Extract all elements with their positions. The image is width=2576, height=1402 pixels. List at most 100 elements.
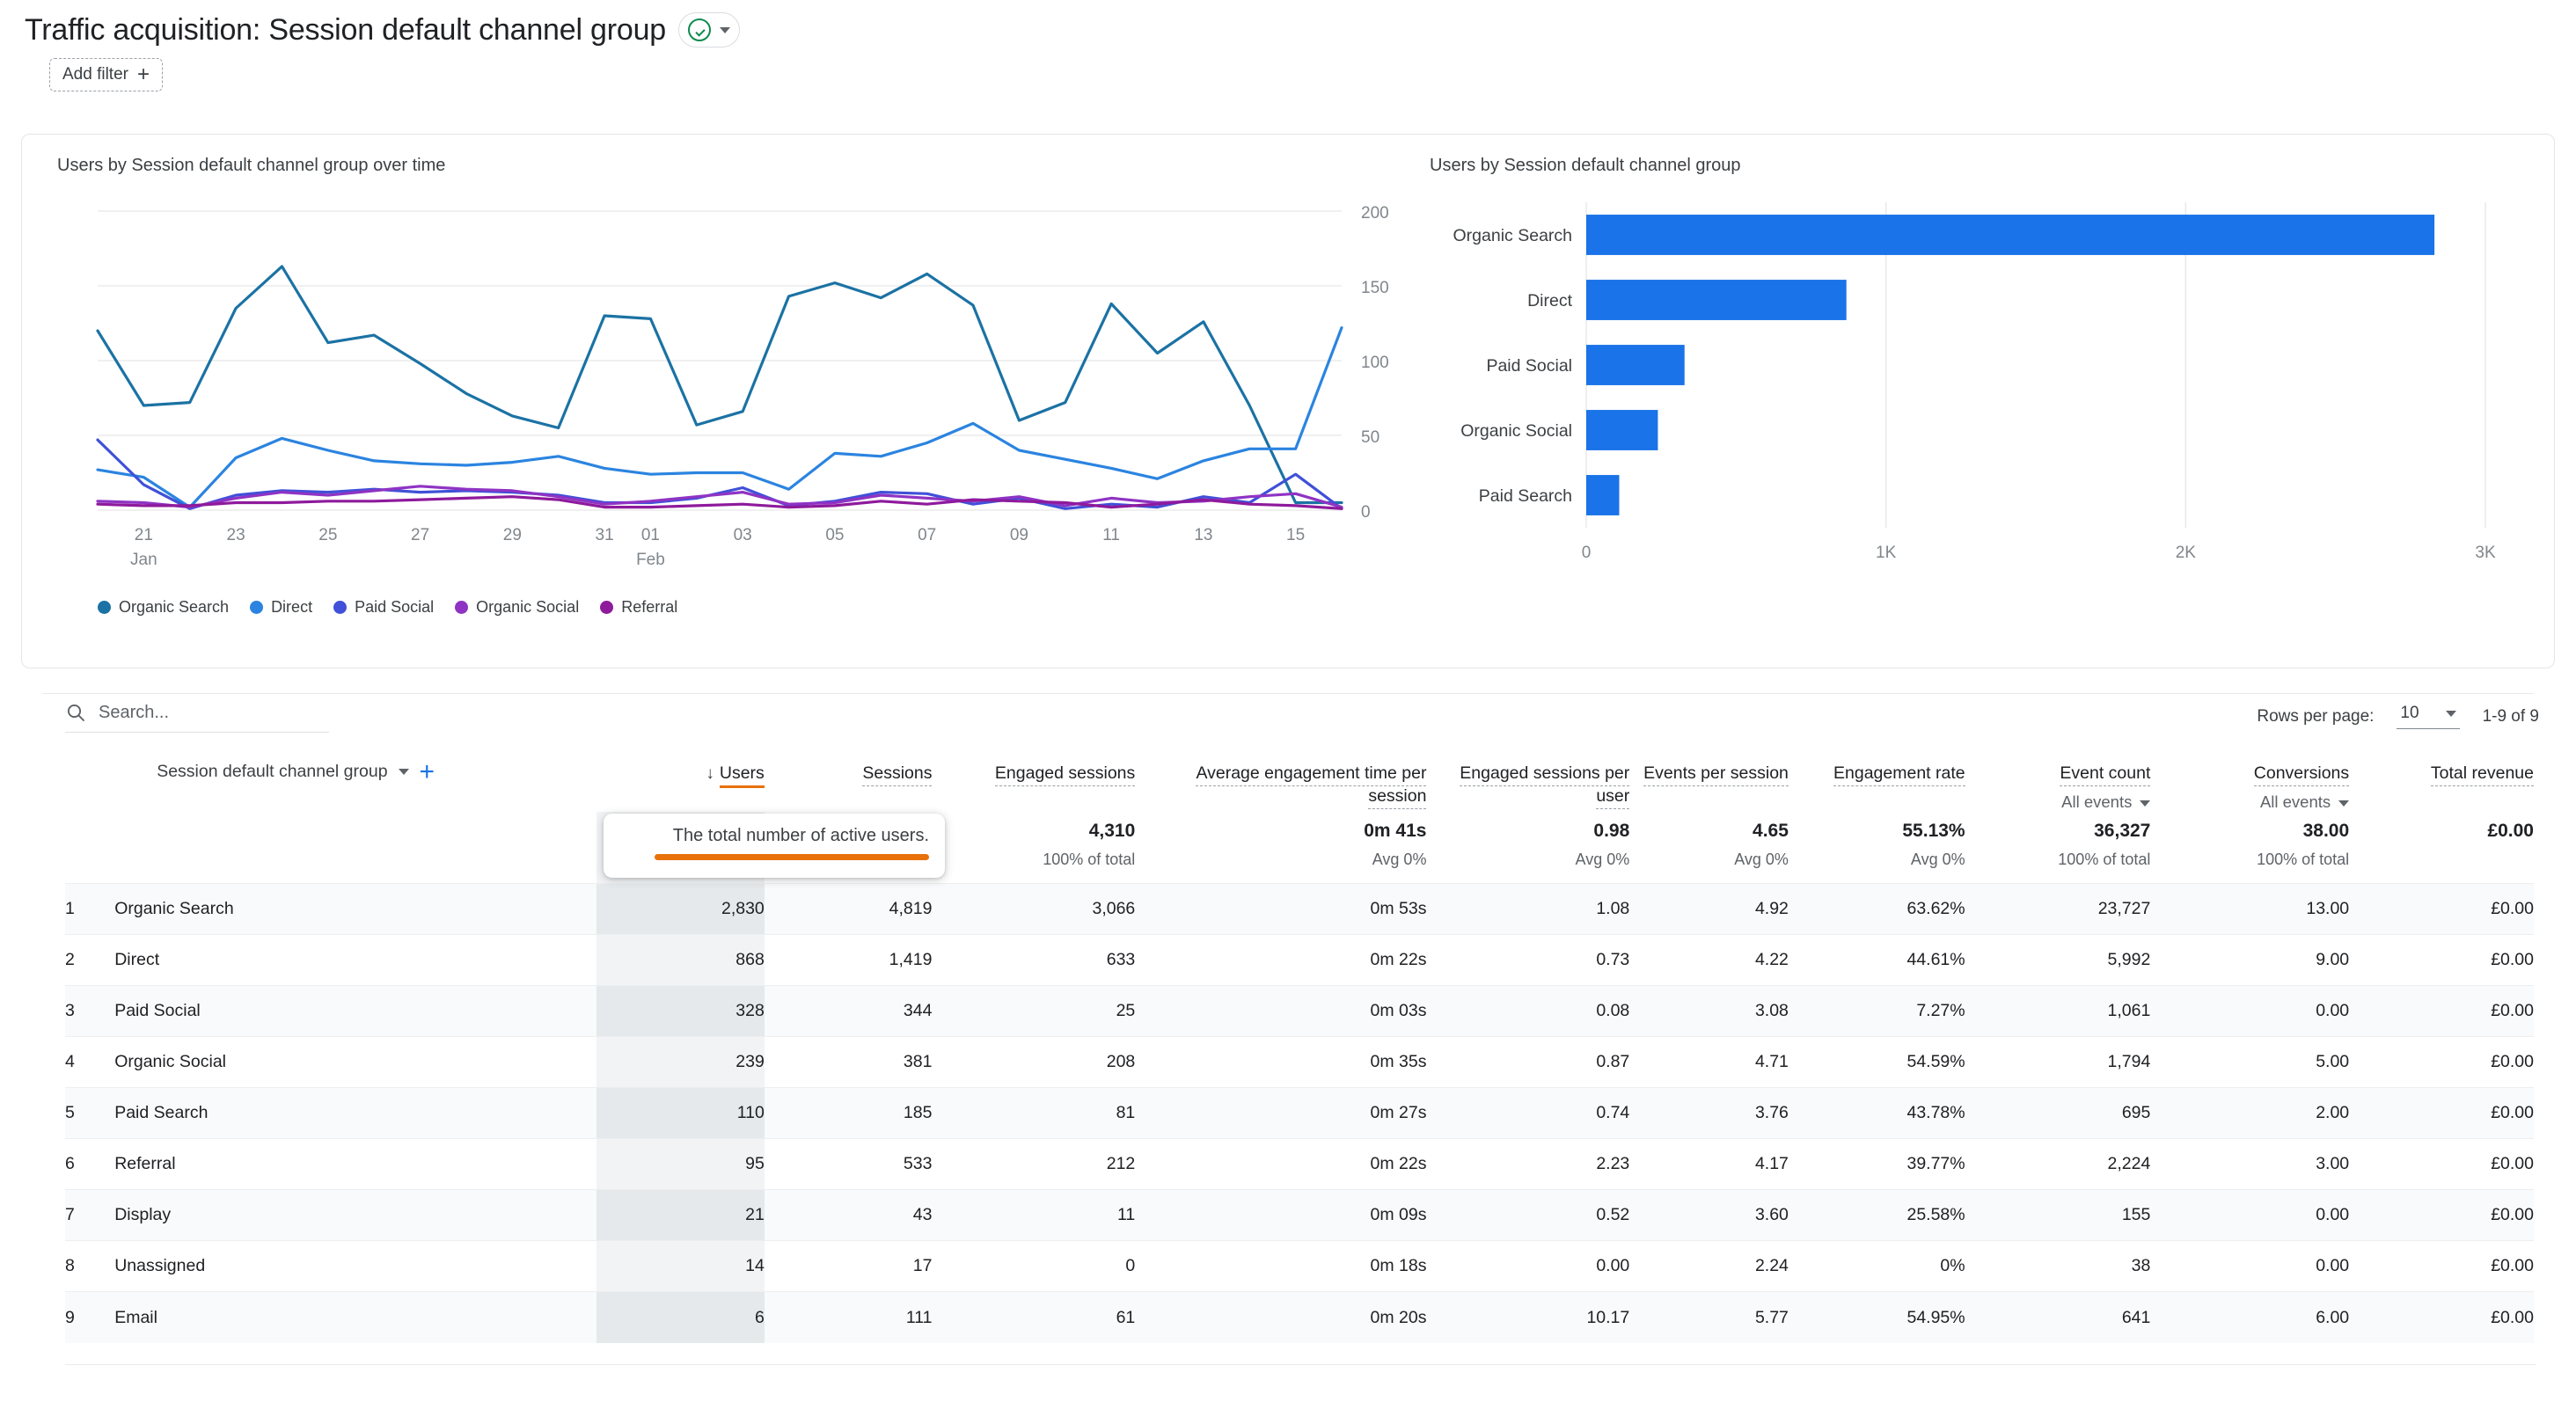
arrow-down-icon: ↓ (706, 764, 714, 783)
bar-chart-svg: 0 1K 2K 3K Organic Search Direct Paid Social Or… (1453, 202, 2496, 562)
add-dimension-icon[interactable]: + (420, 758, 435, 785)
line-chart-title: Users by Session default channel group o… (57, 156, 446, 175)
page-title: Traffic acquisition: Session default cha… (25, 12, 667, 47)
svg-text:100: 100 (1361, 354, 1389, 372)
svg-text:23: 23 (227, 526, 245, 544)
row-dimension-value[interactable]: Referral (114, 1138, 597, 1190)
tooltip-text: The total number of active users. (672, 826, 929, 845)
table-row[interactable]: 9 Email 6 111 61 0m 20s 10.17 5.77 54.95% 641 6.00… (65, 1291, 2534, 1343)
row-metric-value: 4,819 (764, 883, 933, 935)
dimension-selector[interactable]: Session default channel group + (114, 758, 596, 812)
legend-item-direct[interactable]: Direct (250, 598, 312, 617)
column-header-users[interactable]: ↓ Users (596, 762, 765, 812)
row-metric-value: 25.58% (1788, 1189, 1965, 1241)
row-metric-value: 4.17 (1629, 1138, 1789, 1190)
row-index: 4 (65, 1036, 115, 1088)
row-dimension-value[interactable]: Email (114, 1291, 597, 1343)
legend-color-dot (98, 601, 111, 614)
totals-cell: 55.13% Avg 0% (1789, 812, 1965, 884)
column-header-sessions[interactable]: Sessions (765, 762, 933, 812)
table-row[interactable]: 4 Organic Social 239 381 208 0m 35s 0.87 4.71 54… (65, 1036, 2534, 1088)
legend-color-dot (600, 601, 614, 614)
row-metric-value: 0% (1788, 1240, 1965, 1292)
report-header: Traffic acquisition: Session default cha… (0, 0, 2576, 91)
row-dimension-value[interactable]: Paid Social (114, 985, 597, 1037)
column-header-event-count[interactable]: Event count All events (1965, 762, 2151, 812)
table-corner (65, 762, 114, 812)
charts-card: Users by Session default channel group o… (21, 134, 2555, 668)
row-metric-value: 208 (932, 1036, 1136, 1088)
svg-text:05: 05 (825, 526, 844, 544)
row-metric-value: 239 (596, 1036, 765, 1088)
row-metric-value: 14 (596, 1240, 765, 1292)
report-insights-chip[interactable] (678, 12, 741, 47)
column-header-label: Event count (2060, 762, 2151, 786)
search-placeholder: Search... (99, 702, 170, 722)
rows-per-page-select[interactable]: 10 (2397, 704, 2460, 729)
legend-item-referral[interactable]: Referral (600, 598, 677, 617)
column-header-engagement-rate[interactable]: Engagement rate (1789, 762, 1965, 812)
column-header-engaged-sessions[interactable]: Engaged sessions (932, 762, 1136, 812)
legend-item-organic-search[interactable]: Organic Search (98, 598, 229, 617)
row-dimension-value[interactable]: Organic Social (114, 1036, 597, 1088)
totals-cell: 38.00 100% of total (2150, 812, 2349, 884)
row-metric-value: 7.27% (1788, 985, 1965, 1037)
row-metric-value: 2,224 (1965, 1138, 2151, 1190)
rows-per-page-value: 10 (2400, 704, 2419, 722)
row-metric-value: 21 (596, 1189, 765, 1241)
row-dimension-value[interactable]: Unassigned (114, 1240, 597, 1292)
search-input[interactable]: Search... (65, 702, 329, 733)
row-metric-value: 3.08 (1629, 985, 1789, 1037)
row-metric-value: 0.08 (1426, 985, 1630, 1037)
row-metric-value: 4.22 (1629, 934, 1789, 986)
svg-text:09: 09 (1010, 526, 1028, 544)
column-header-average-engagement-time-per-session[interactable]: Average engagement time per session (1135, 762, 1427, 812)
row-dimension-value[interactable]: Organic Search (114, 883, 597, 935)
row-dimension-value[interactable]: Display (114, 1189, 597, 1241)
row-metric-value: £0.00 (2349, 934, 2534, 986)
row-metric-value: £0.00 (2349, 1138, 2534, 1190)
column-header-engaged-sessions-per-user[interactable]: Engaged sessions per user (1426, 762, 1630, 812)
row-dimension-value[interactable]: Direct (114, 934, 597, 986)
svg-text:15: 15 (1286, 526, 1305, 544)
table-row[interactable]: 2 Direct 868 1,419 633 0m 22s 0.73 4.22 44.61% 5,… (65, 934, 2534, 986)
table-row[interactable]: 3 Paid Social 328 344 25 0m 03s 0.08 3.08 7.27% 1… (65, 985, 2534, 1037)
chevron-down-icon[interactable] (398, 769, 409, 775)
table-row[interactable]: 6 Referral 95 533 212 0m 22s 2.23 4.17 39.77% 2,2… (65, 1138, 2534, 1190)
table-totals-row: 100% of total 100% of total 4,310 100% of t… (65, 812, 2534, 884)
ga4-traffic-acquisition-report: Traffic acquisition: Session default cha… (0, 0, 2576, 1402)
svg-text:31: 31 (596, 526, 614, 544)
acquisition-table: Session default channel group + ↓ Users Sess… (65, 758, 2534, 1343)
table-bottom-divider (65, 1364, 2536, 1365)
table-row[interactable]: 5 Paid Search 110 185 81 0m 27s 0.74 3.76 43.78%… (65, 1087, 2534, 1139)
add-filter-button[interactable]: Add filter + (49, 58, 163, 91)
row-metric-value: 2,830 (596, 883, 765, 935)
column-event-filter[interactable]: All events (1965, 792, 2151, 812)
column-header-label: Sessions (862, 762, 933, 786)
row-metric-value: 0.52 (1426, 1189, 1630, 1241)
table-row[interactable]: 8 Unassigned 14 17 0 0m 18s 0.00 2.24 0% 38 0.00 £0… (65, 1240, 2534, 1292)
column-header-total-revenue[interactable]: Total revenue (2349, 762, 2534, 812)
row-metric-value: 110 (596, 1087, 765, 1139)
pagination-range: 1-9 of 9 (2482, 706, 2539, 726)
totals-subtext: Avg 0% (1372, 851, 1427, 869)
row-metric-value: 23,727 (1965, 883, 2151, 935)
table-row[interactable]: 1 Organic Search 2,830 4,819 3,066 0m 53s 1.08… (65, 883, 2534, 935)
row-dimension-value[interactable]: Paid Search (114, 1087, 597, 1139)
row-index: 5 (65, 1087, 115, 1139)
row-metric-value: 185 (764, 1087, 933, 1139)
legend-item-organic-social[interactable]: Organic Social (455, 598, 579, 617)
totals-value: 0.98 (1593, 821, 1630, 842)
column-event-filter[interactable]: All events (2150, 792, 2350, 812)
column-header-events-per-session[interactable]: Events per session (1629, 762, 1789, 812)
chevron-down-icon[interactable] (720, 26, 731, 33)
row-metric-value: 0m 09s (1135, 1189, 1427, 1241)
svg-text:50: 50 (1361, 428, 1379, 447)
column-header-label: Total revenue (2430, 762, 2534, 786)
row-metric-value: 81 (932, 1087, 1136, 1139)
table-row[interactable]: 7 Display 21 43 11 0m 09s 0.52 3.60 25.58% 155 0.0… (65, 1189, 2534, 1241)
row-metric-value: £0.00 (2349, 1036, 2534, 1088)
legend-item-paid-social[interactable]: Paid Social (333, 598, 434, 617)
column-header-conversions[interactable]: Conversions All events (2150, 762, 2350, 812)
legend-color-dot (250, 601, 264, 614)
